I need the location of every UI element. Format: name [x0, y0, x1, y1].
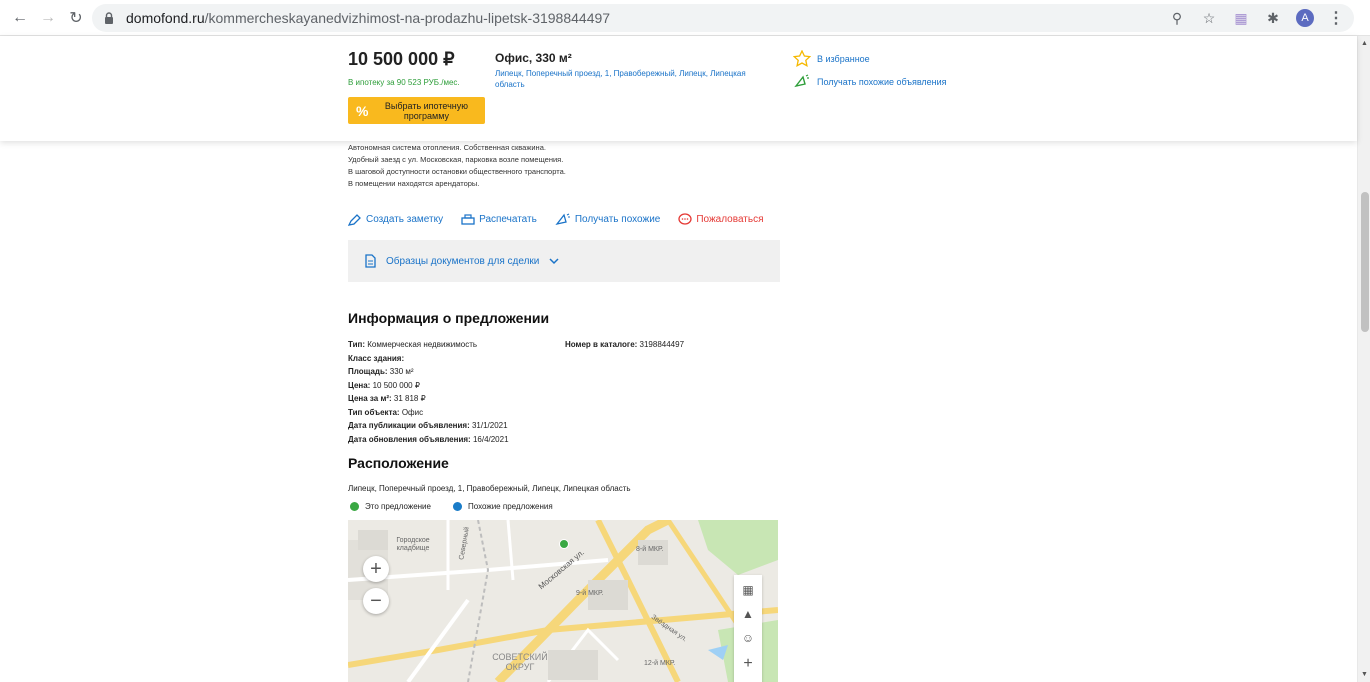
- zoom-in-button[interactable]: +: [363, 556, 389, 582]
- zoom-out-button[interactable]: −: [363, 588, 389, 614]
- transport-icon[interactable]: ▦: [742, 583, 753, 597]
- print-button[interactable]: Распечатать: [461, 213, 537, 226]
- description-line: Удобный заезд с ул. Московская, парковка…: [348, 155, 564, 164]
- print-label: Распечатать: [479, 214, 537, 225]
- speech-bubble-icon: [678, 213, 692, 225]
- browser-toolbar: ← → ↻ domofond.ru/kommercheskayanedvizhi…: [0, 0, 1370, 36]
- get-similar-button[interactable]: Получать похожие: [555, 213, 661, 226]
- docs-label: Образцы документов для сделки: [386, 255, 540, 267]
- reload-icon[interactable]: ↻: [64, 6, 88, 30]
- info-row: Цена: 10 500 000 ₽: [348, 380, 420, 390]
- listing-price: 10 500 000 ₽: [348, 49, 455, 69]
- complain-label: Пожаловаться: [696, 214, 764, 225]
- map-label-district: СОВЕТСКИЙ ОКРУГ: [492, 652, 548, 672]
- scroll-thumb[interactable]: [1361, 192, 1369, 332]
- map-legend: Это предложение Похожие предложения: [350, 502, 553, 511]
- map-label-mkr12: 12-й МКР.: [644, 660, 676, 667]
- catalog-number: Номер в каталоге: 3198844497: [565, 340, 685, 349]
- offer-info-title: Информация о предложении: [348, 310, 550, 326]
- kids-icon[interactable]: ☺: [742, 631, 754, 645]
- legend-similar-label: Похожие предложения: [467, 502, 553, 511]
- pencil-icon: [348, 213, 361, 226]
- star-icon: [793, 50, 811, 67]
- create-note-button[interactable]: Создать заметку: [348, 213, 444, 226]
- info-row: Тип: Коммерческая недвижимость: [348, 340, 478, 349]
- url-host: domofond.ru: [126, 10, 205, 26]
- education-icon[interactable]: ▲: [742, 607, 754, 621]
- offer-info-list: Тип: Коммерческая недвижимость Класс зда…: [348, 338, 509, 446]
- description-line: В помещении находятся арендаторы.: [348, 179, 480, 188]
- add-to-favorites-link[interactable]: В избранное: [793, 50, 870, 67]
- map-label-mkr9: 9-й МКР.: [576, 590, 604, 597]
- info-row: Площадь: 330 м²: [348, 367, 414, 376]
- scroll-down-arrow-icon[interactable]: ▼: [1361, 671, 1368, 678]
- back-arrow-icon[interactable]: ←: [8, 6, 32, 30]
- bell-icon: [794, 74, 809, 88]
- extension-icon[interactable]: ▦: [1232, 9, 1250, 27]
- percent-icon: %: [356, 102, 369, 119]
- map-label-mkr8: 8-й МКР.: [636, 546, 664, 553]
- info-row: Дата публикации объявления: 31/1/2021: [348, 421, 508, 430]
- map-label-cemetery: Городское кладбище: [396, 537, 430, 552]
- more-layers-icon[interactable]: +: [743, 655, 752, 673]
- get-similar-ads-link[interactable]: Получать похожие объявления: [793, 74, 947, 90]
- address-bar[interactable]: domofond.ru/kommercheskayanedvizhimost-n…: [92, 4, 1354, 32]
- info-row: Цена за м²: 31 818 ₽: [348, 394, 426, 403]
- object-address-link[interactable]: Липецк, Поперечный проезд, 1, Правобереж…: [495, 68, 755, 90]
- location-address: Липецк, Поперечный проезд, 1, Правобереж…: [348, 484, 631, 493]
- create-note-label: Создать заметку: [366, 214, 444, 225]
- url-path: /kommercheskayanedvizhimost-na-prodazhu-…: [204, 10, 611, 26]
- sticky-listing-header: 10 500 000 ₽ В ипотеку за 90 523 РУБ./ме…: [0, 36, 1357, 141]
- object-title: Офис, 330 м²: [495, 51, 572, 65]
- description-line: В шаговой доступности остановки обществе…: [348, 167, 566, 176]
- info-row: Класс здания:: [348, 353, 405, 363]
- favorites-label: В избранное: [817, 53, 870, 64]
- star-bookmark-icon[interactable]: ☆: [1200, 9, 1218, 27]
- profile-avatar[interactable]: A: [1296, 9, 1314, 27]
- mortgage-button-label: Выбрать ипотечную программу: [384, 100, 468, 121]
- listing-actions: Создать заметку Распечатать Получать пох…: [348, 213, 764, 226]
- lock-icon: [105, 12, 113, 24]
- location-title: Расположение: [348, 455, 449, 471]
- scroll-up-arrow-icon[interactable]: ▲: [1361, 40, 1368, 47]
- forward-arrow-icon[interactable]: →: [36, 6, 60, 30]
- description-line: Автономная система отопления. Собственна…: [348, 143, 546, 152]
- choose-mortgage-button[interactable]: % Выбрать ипотечную программу: [348, 97, 485, 124]
- mortgage-monthly-text[interactable]: В ипотеку за 90 523 РУБ./мес.: [348, 78, 460, 87]
- similar-offers-dot: [452, 502, 462, 511]
- bell-icon: [555, 213, 570, 226]
- legend-this-label: Это предложение: [365, 502, 431, 511]
- listing-description: Автономная система отопления. Собственна…: [348, 142, 566, 190]
- puzzle-extensions-icon[interactable]: ✱: [1264, 9, 1282, 27]
- printer-icon: [461, 213, 475, 225]
- similar-label: Получать похожие объявления: [817, 77, 947, 87]
- map-layers-panel: ▦ ▲ ☺ +: [734, 575, 762, 682]
- this-offer-marker[interactable]: [559, 539, 569, 549]
- browser-menu-icon[interactable]: ⋮: [1328, 8, 1344, 28]
- zoom-icon[interactable]: ⚲: [1168, 9, 1186, 27]
- this-offer-dot: [350, 502, 359, 511]
- location-map[interactable]: Городское кладбище Северный Московская у…: [348, 520, 778, 682]
- page-scrollbar[interactable]: ▲ ▼: [1357, 36, 1370, 682]
- deal-documents-toggle[interactable]: Образцы документов для сделки: [348, 240, 780, 282]
- chevron-down-icon: [549, 258, 559, 265]
- document-icon: [365, 254, 376, 268]
- get-similar-label: Получать похожие: [574, 214, 661, 225]
- info-row: Дата обновления объявления: 16/4/2021: [348, 434, 509, 444]
- info-row: Тип объекта: Офис: [348, 407, 424, 417]
- complain-button[interactable]: Пожаловаться: [678, 213, 764, 226]
